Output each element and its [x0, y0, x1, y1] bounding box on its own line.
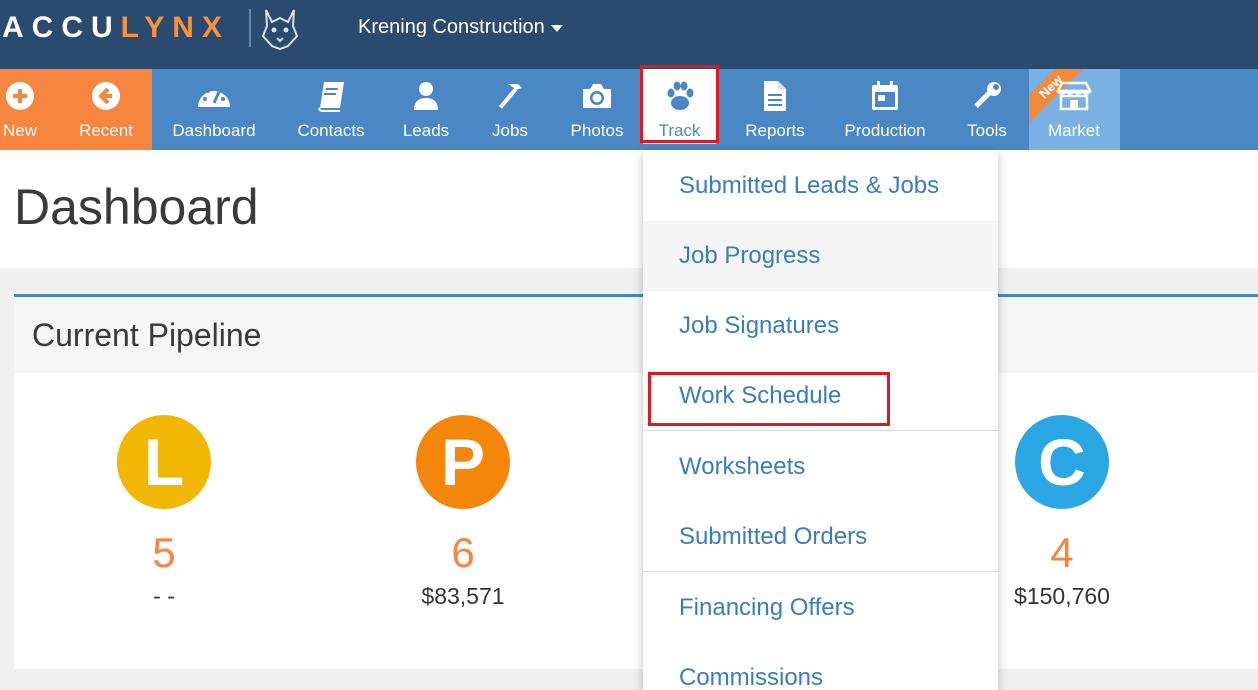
menu-divider: [643, 430, 998, 431]
nav-reports[interactable]: Reports: [742, 69, 808, 150]
menu-divider: [643, 571, 998, 572]
nav-dashboard-label: Dashboard: [172, 121, 256, 140]
menu-item-financing-offers[interactable]: Financing Offers: [643, 573, 998, 643]
nav-tools-label: Tools: [967, 121, 1007, 140]
nav-contacts-label: Contacts: [297, 121, 365, 140]
nav-dashboard[interactable]: Dashboard: [166, 69, 262, 150]
nav-market-label: Market: [1048, 121, 1100, 140]
logo-divider: [249, 9, 251, 47]
nav-tools[interactable]: Tools: [962, 69, 1012, 150]
nav-contacts[interactable]: Contacts: [292, 69, 370, 150]
pipeline-stage-lead[interactable]: L 5 - -: [94, 415, 234, 610]
logo-text-accu: ACCU: [2, 11, 121, 44]
menu-item-commissions[interactable]: Commissions: [643, 643, 998, 690]
stage-lead-icon: L: [117, 415, 211, 509]
hammer-icon: [494, 79, 526, 113]
nav-leads[interactable]: Leads: [400, 69, 452, 150]
main-navbar: New New Recent Dashboard Contacts Leads: [0, 69, 1258, 150]
track-highlight-box: [640, 65, 719, 143]
company-selector[interactable]: Krening Construction: [358, 16, 563, 39]
menu-item-submitted-leads-jobs[interactable]: Submitted Leads & Jobs: [643, 151, 998, 221]
nav-new[interactable]: New: [0, 69, 40, 150]
nav-production[interactable]: Production: [840, 69, 930, 150]
camera-icon: [580, 79, 614, 113]
nav-jobs[interactable]: Jobs: [486, 69, 534, 150]
page-title: Dashboard: [14, 179, 259, 235]
menu-item-job-signatures[interactable]: Job Signatures: [643, 291, 998, 361]
calendar-icon: [870, 79, 900, 113]
work-schedule-highlight-box: [648, 372, 890, 426]
address-book-icon: [316, 79, 346, 113]
stage-lead-amount: - -: [153, 583, 175, 609]
nav-photos-label: Photos: [570, 121, 624, 140]
company-name: Krening Construction: [358, 16, 545, 38]
stage-lead-count: 5: [152, 529, 176, 576]
chevron-down-icon: [550, 25, 563, 32]
nav-recent[interactable]: Recent: [72, 69, 140, 150]
wrench-icon: [972, 79, 1002, 113]
current-pipeline-panel: Current Pipeline L 5 - - P 6 $83,571 C 4…: [14, 294, 1258, 669]
stage-prospect-amount: $83,571: [421, 583, 505, 609]
acculynx-logo[interactable]: ACCU LYNX: [2, 10, 230, 46]
menu-item-job-progress[interactable]: Job Progress: [643, 221, 998, 291]
pipeline-stage-completed[interactable]: C 4 $150,760: [992, 415, 1132, 610]
panel-title: Current Pipeline: [32, 317, 262, 353]
menu-item-submitted-orders[interactable]: Submitted Orders: [643, 502, 998, 572]
stage-prospect-icon: P: [416, 415, 510, 509]
stage-completed-count: 4: [1050, 529, 1074, 576]
document-icon: [762, 79, 788, 113]
panel-header: Current Pipeline: [14, 297, 1258, 373]
nav-recent-label: Recent: [79, 121, 133, 140]
lynx-mascot-icon: [261, 9, 299, 50]
arrow-left-circle-icon: [91, 79, 121, 113]
nav-production-label: Production: [844, 121, 926, 140]
page-header: Dashboard: [0, 150, 1258, 268]
stage-completed-amount: $150,760: [1014, 583, 1110, 609]
logo-text-lynx: LYNX: [120, 11, 230, 44]
nav-new-label: New: [2, 121, 37, 140]
speedometer-icon: [196, 79, 232, 113]
pipeline-stage-prospect[interactable]: P 6 $83,571: [393, 415, 533, 610]
nav-photos[interactable]: Photos: [566, 69, 628, 150]
nav-jobs-label: Jobs: [492, 121, 528, 140]
nav-market[interactable]: Market: [1040, 69, 1108, 150]
menu-item-worksheets[interactable]: Worksheets: [643, 432, 998, 502]
stage-completed-icon: C: [1015, 415, 1109, 509]
nav-reports-label: Reports: [745, 121, 805, 140]
user-icon: [412, 79, 440, 113]
stage-prospect-count: 6: [451, 529, 475, 576]
nav-leads-label: Leads: [402, 121, 450, 140]
top-header: ACCU LYNX Krening Construction: [0, 0, 1258, 69]
storefront-icon: [1056, 79, 1092, 113]
plus-circle-icon: [5, 79, 35, 113]
